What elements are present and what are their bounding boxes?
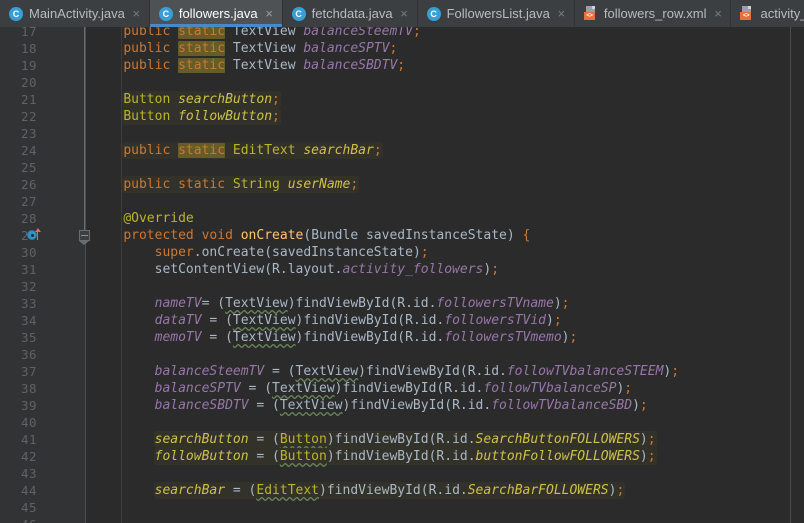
code-line[interactable]: Button followButton;: [86, 108, 804, 125]
code-line[interactable]: [86, 346, 804, 363]
code-line[interactable]: balanceSPTV = (TextView)findViewById(R.i…: [86, 380, 804, 397]
code-line[interactable]: [86, 516, 804, 523]
code-line[interactable]: protected void onCreate(Bundle savedInst…: [86, 227, 804, 244]
line-number: 31: [20, 262, 37, 277]
override-method-icon[interactable]: [27, 227, 45, 244]
line-number: 43: [20, 466, 37, 481]
tab-followerslist-java[interactable]: C FollowersList.java ×: [418, 0, 575, 27]
tab-close-icon[interactable]: ×: [712, 7, 723, 20]
line-number: 23: [20, 126, 37, 141]
line-number: 45: [20, 500, 37, 515]
tab-close-icon[interactable]: ×: [264, 7, 275, 20]
code-line[interactable]: [86, 125, 804, 142]
code-line[interactable]: public static TextView balanceSteemTV;: [86, 27, 804, 40]
editor-gutter[interactable]: 1718192021222324252627282930313233343536…: [0, 27, 90, 523]
line-number: 32: [20, 279, 37, 294]
code-line[interactable]: dataTV = (TextView)findViewById(R.id.fol…: [86, 312, 804, 329]
fold-region-line: [84, 27, 85, 230]
tab-followers-row-xml[interactable]: <> followers_row.xml ×: [575, 0, 732, 27]
code-line[interactable]: public static TextView balanceSPTV;: [86, 40, 804, 57]
tab-label: followers_row.xml: [603, 6, 707, 21]
xml-badge: <>: [583, 12, 595, 20]
line-number: 39: [20, 398, 37, 413]
line-number: 21: [20, 92, 37, 107]
tab-close-icon[interactable]: ×: [556, 7, 567, 20]
code-line[interactable]: balanceSteemTV = (TextView)findViewById(…: [86, 363, 804, 380]
line-number: 25: [20, 160, 37, 175]
code-line[interactable]: [86, 74, 804, 91]
line-number: 42: [20, 449, 37, 464]
line-number: 41: [20, 432, 37, 447]
line-number: 35: [20, 330, 37, 345]
xml-badge: <>: [740, 12, 752, 20]
tab-label: followers.java: [178, 6, 258, 21]
xml-file-icon: <>: [583, 6, 599, 21]
line-number: 24: [20, 143, 37, 158]
tab-close-icon[interactable]: ×: [399, 7, 410, 20]
tab-activity-followers-xml[interactable]: <> activity_followers.xml ×: [731, 0, 804, 27]
line-number-column: 1718192021222324252627282930313233343536…: [0, 27, 86, 523]
line-number: 34: [20, 313, 37, 328]
code-line[interactable]: searchBar = (EditText)findViewById(R.id.…: [86, 482, 804, 499]
line-number: 46: [0, 516, 86, 523]
line-number: 44: [20, 483, 37, 498]
line-number: 38: [20, 381, 37, 396]
code-line[interactable]: followButton = (Button)findViewById(R.id…: [86, 448, 804, 465]
tab-close-icon[interactable]: ×: [131, 7, 142, 20]
code-line[interactable]: [86, 159, 804, 176]
tab-label: FollowersList.java: [446, 6, 550, 21]
code-text-area[interactable]: public static TextView balanceSteemTV; p…: [86, 27, 804, 523]
xml-file-icon: <>: [740, 6, 755, 21]
code-line[interactable]: [86, 499, 804, 516]
tab-fetchdata-java[interactable]: C fetchdata.java ×: [283, 0, 418, 27]
line-number: 19: [20, 58, 37, 73]
code-line[interactable]: memoTV = (TextView)findViewById(R.id.fol…: [86, 329, 804, 346]
tab-mainactivity-java[interactable]: C MainActivity.java ×: [0, 0, 150, 27]
line-number: 36: [20, 347, 37, 362]
code-line[interactable]: Button searchButton;: [86, 91, 804, 108]
code-editor[interactable]: 1718192021222324252627282930313233343536…: [0, 27, 804, 523]
line-number: 37: [20, 364, 37, 379]
java-class-icon: C: [9, 6, 24, 21]
code-line[interactable]: setContentView(R.layout.activity_followe…: [86, 261, 804, 278]
java-class-icon: C: [426, 6, 442, 21]
code-line[interactable]: [86, 193, 804, 210]
line-number: 33: [20, 296, 37, 311]
editor-window: C MainActivity.java × C followers.java ×…: [0, 0, 804, 523]
code-line[interactable]: [86, 465, 804, 482]
code-line[interactable]: public static String userName;: [86, 176, 804, 193]
code-line[interactable]: public static TextView balanceSBDTV;: [86, 57, 804, 74]
code-line[interactable]: balanceSBDTV = (TextView)findViewById(R.…: [86, 397, 804, 414]
code-line[interactable]: public static EditText searchBar;: [86, 142, 804, 159]
line-number: 22: [20, 109, 37, 124]
line-number: 28: [20, 211, 37, 226]
tab-followers-java[interactable]: C followers.java ×: [149, 0, 283, 27]
code-line[interactable]: super.onCreate(savedInstanceState);: [86, 244, 804, 261]
editor-tab-bar: C MainActivity.java × C followers.java ×…: [0, 0, 804, 27]
code-line[interactable]: [86, 278, 804, 295]
code-line[interactable]: @Override: [86, 210, 804, 227]
tab-label: fetchdata.java: [311, 6, 393, 21]
line-number: 18: [20, 41, 37, 56]
line-number: 27: [20, 194, 37, 209]
java-class-icon: C: [291, 6, 307, 21]
line-number: 40: [20, 415, 37, 430]
java-class-icon: C: [158, 6, 174, 21]
line-number: 30: [20, 245, 37, 260]
code-line[interactable]: nameTV= (TextView)findViewById(R.id.foll…: [86, 295, 804, 312]
line-number: 17: [20, 27, 37, 39]
tab-label: activity_followers.xml: [760, 6, 804, 21]
line-number: 26: [20, 177, 37, 192]
line-number: 20: [20, 75, 37, 90]
code-line[interactable]: searchButton = (Button)findViewById(R.id…: [86, 431, 804, 448]
code-line[interactable]: [86, 414, 804, 431]
tab-label: MainActivity.java: [29, 6, 125, 21]
